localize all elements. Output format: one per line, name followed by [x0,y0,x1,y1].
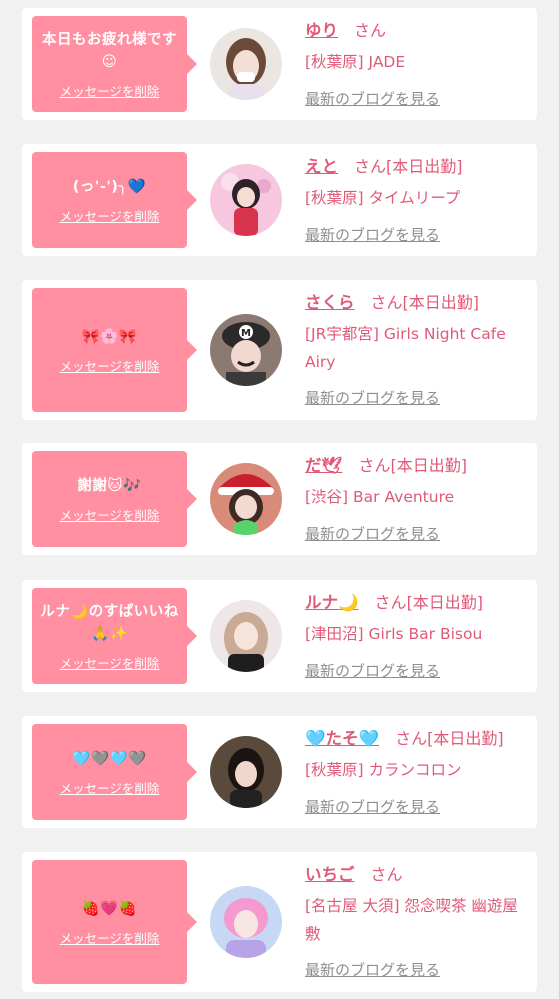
svg-text:M: M [241,328,251,339]
delete-message-link[interactable]: メッセージを削除 [60,81,160,100]
status-label: [本日出勤] [406,593,484,612]
message-card: (っ'-')╮💙 メッセージを削除 えと さん[本日出勤] [秋葉原] タイムリー… [22,144,537,256]
latest-blog-link[interactable]: 最新のブログを見る [305,660,440,681]
cast-info: ゆり さん [秋葉原] JADE [305,20,531,76]
avatar[interactable] [210,600,282,672]
status-label: [本日出勤] [402,293,480,312]
message-card: ルナ🌙のすぱいいね🙏✨ メッセージを削除 ルナ🌙 さん[本日出勤] [津田沼] G… [22,580,537,692]
cast-info: だ🕊 さん[本日出勤] [渋谷] Bar Aventure [305,455,531,511]
honorific: さん [358,456,391,475]
latest-blog-link[interactable]: 最新のブログを見る [305,224,440,245]
status-label: [本日出勤] [390,456,467,475]
message-text: 謝謝🐱🎶 [77,477,142,494]
honorific: さん [354,21,387,40]
shop-name: [津田沼] Girls Bar Bisou [305,625,483,643]
delete-message-link[interactable]: メッセージを削除 [60,356,160,375]
status-label: [本日出勤] [386,157,463,176]
message-bubble: 本日もお疲れ様です☺ メッセージを削除 [32,16,197,112]
message-text: 本日もお疲れ様です☺ [42,31,177,70]
delete-message-link[interactable]: メッセージを削除 [60,505,160,524]
avatar[interactable] [210,164,282,236]
shop-name: [秋葉原] JADE [305,53,406,71]
honorific: さん [370,865,403,884]
delete-message-link[interactable]: メッセージを削除 [60,653,160,672]
message-card: 🎀🌸🎀 メッセージを削除 M さくら さん[本日出勤] [JR宇都宮] Girls… [22,280,537,420]
cast-info: 🩵たそ🩵 さん[本日出勤] [秋葉原] カランコロン [305,728,531,784]
shop-name: [JR宇都宮] Girls Night Cafe Airy [305,325,506,371]
honorific: さん [354,157,387,176]
cast-name-link[interactable]: 🩵たそ🩵 [305,729,379,748]
shop-name: [秋葉原] タイムリープ [305,189,461,207]
honorific: さん [374,593,407,612]
message-card: 🍓💗🍓 メッセージを削除 いちご さん [名古屋 大須] 怨念喫茶 幽遊屋敷 最新… [22,852,537,992]
message-card: 本日もお疲れ様です☺ メッセージを削除 ゆり さん [秋葉原] JADE 最新のブ… [22,8,537,120]
message-bubble: 🎀🌸🎀 メッセージを削除 [32,288,197,412]
avatar[interactable]: M [210,314,282,386]
latest-blog-link[interactable]: 最新のブログを見る [305,796,440,817]
message-card: 🩵🩶🩵🩶 メッセージを削除 🩵たそ🩵 さん[本日出勤] [秋葉原] カランコロン … [22,716,537,828]
shop-name: [渋谷] Bar Aventure [305,488,455,506]
honorific: さん [395,729,428,748]
status-label: [本日出勤] [427,729,504,748]
message-text: 🍓💗🍓 [81,900,138,917]
latest-blog-link[interactable]: 最新のブログを見る [305,387,440,408]
avatar[interactable] [210,886,282,958]
honorific: さん [370,293,403,312]
cast-name-link[interactable]: いちご [305,865,355,884]
cast-info: ルナ🌙 さん[本日出勤] [津田沼] Girls Bar Bisou [305,592,531,648]
cast-name-link[interactable]: えと [305,157,338,176]
delete-message-link[interactable]: メッセージを削除 [60,928,160,947]
message-text: 🩵🩶🩵🩶 [72,750,147,767]
cast-name-link[interactable]: だ🕊 [305,456,342,475]
message-bubble: 🍓💗🍓 メッセージを削除 [32,860,197,984]
latest-blog-link[interactable]: 最新のブログを見る [305,88,440,109]
message-text: (っ'-')╮💙 [72,178,147,195]
shop-name: [名古屋 大須] 怨念喫茶 幽遊屋敷 [305,897,518,943]
message-card: 謝謝🐱🎶 メッセージを削除 だ🕊 さん[本日出勤] [渋谷] Bar Aventu… [22,443,537,555]
avatar[interactable] [210,28,282,100]
cast-name-link[interactable]: ルナ🌙 [305,593,359,612]
message-text: 🎀🌸🎀 [81,328,138,345]
cast-name-link[interactable]: ゆり [305,21,338,40]
delete-message-link[interactable]: メッセージを削除 [60,778,160,797]
cast-name-link[interactable]: さくら [305,293,355,312]
message-text: ルナ🌙のすぱいいね🙏✨ [40,603,179,642]
avatar[interactable] [210,736,282,808]
avatar[interactable] [210,463,282,535]
message-bubble: ルナ🌙のすぱいいね🙏✨ メッセージを削除 [32,588,197,684]
cast-info: えと さん[本日出勤] [秋葉原] タイムリープ [305,156,531,212]
message-bubble: 謝謝🐱🎶 メッセージを削除 [32,451,197,547]
message-bubble: (っ'-')╮💙 メッセージを削除 [32,152,197,248]
shop-name: [秋葉原] カランコロン [305,761,462,779]
cast-info: さくら さん[本日出勤] [JR宇都宮] Girls Night Cafe Air… [305,292,531,376]
delete-message-link[interactable]: メッセージを削除 [60,206,160,225]
message-bubble: 🩵🩶🩵🩶 メッセージを削除 [32,724,197,820]
latest-blog-link[interactable]: 最新のブログを見る [305,523,440,544]
cast-info: いちご さん [名古屋 大須] 怨念喫茶 幽遊屋敷 [305,864,531,948]
message-list: 本日もお疲れ様です☺ メッセージを削除 ゆり さん [秋葉原] JADE 最新のブ… [0,0,559,999]
latest-blog-link[interactable]: 最新のブログを見る [305,959,440,980]
